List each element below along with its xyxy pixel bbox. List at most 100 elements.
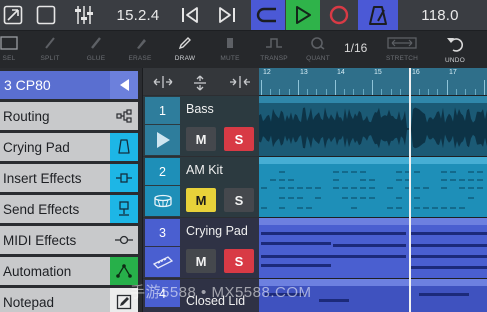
- tool-split[interactable]: SPLIT: [28, 31, 72, 69]
- metronome-icon: [369, 6, 387, 25]
- inspector-row-midi-effects[interactable]: MIDI Effects: [0, 226, 138, 254]
- quantize-value[interactable]: 1/16: [344, 41, 367, 55]
- mute-icon: [227, 38, 233, 48]
- solo-button[interactable]: S: [224, 188, 254, 212]
- inspector-row-instrument[interactable]: Crying Pad: [0, 133, 138, 161]
- forward-button[interactable]: [213, 0, 241, 30]
- tool-draw[interactable]: DRAW: [163, 31, 207, 69]
- tool-label-quant: QUANT: [306, 55, 330, 62]
- mute-button[interactable]: M: [186, 249, 216, 273]
- play-button[interactable]: [286, 0, 320, 30]
- fit-width-icon[interactable]: [229, 75, 251, 89]
- stop-square-button[interactable]: [33, 0, 59, 30]
- inspector-row-label: MIDI Effects: [3, 232, 77, 248]
- tool-select[interactable]: SEL: [0, 31, 31, 69]
- routing-icon: [110, 102, 138, 130]
- inspector-row-label: Routing: [3, 108, 50, 124]
- tool-label-sel: SEL: [2, 55, 16, 62]
- track-number: 2: [145, 158, 180, 185]
- tool-label-erase: ERASE: [128, 55, 152, 62]
- tool-label-split: SPLIT: [40, 55, 60, 62]
- tool-label-draw: DRAW: [174, 55, 196, 62]
- audio-clip-bass[interactable]: [259, 96, 487, 156]
- track-row-1[interactable]: 1 Bass M S: [143, 96, 260, 156]
- playhead[interactable]: [409, 68, 411, 312]
- tool-undo[interactable]: UNDO: [433, 31, 477, 69]
- track-list-header: [143, 68, 260, 95]
- expand-vertical-icon[interactable]: [193, 75, 207, 91]
- ruler-bar-label: 13: [300, 69, 308, 76]
- mute-button[interactable]: M: [186, 127, 216, 151]
- inspector-row-notepad[interactable]: Notepad: [0, 288, 138, 312]
- skip-back-icon: [182, 7, 198, 23]
- track-number: 3: [145, 219, 180, 246]
- inspector-row-label: Send Effects: [3, 201, 80, 217]
- loop-icon: [256, 7, 276, 23]
- tool-label-transp: TRANSP: [260, 55, 288, 62]
- ruler-bar-label: 15: [374, 69, 382, 76]
- inspector-row-label: Notepad: [3, 294, 55, 310]
- record-circle-icon: [329, 5, 349, 25]
- inspector-row-insert-effects[interactable]: Insert Effects: [0, 164, 138, 192]
- tempo-value: 118.0: [421, 6, 459, 24]
- timeline-ruler[interactable]: 12 13 14 15 16 17: [259, 68, 487, 95]
- position-value: 15.2.4: [116, 6, 160, 24]
- undo-icon: [447, 38, 464, 52]
- tool-mute[interactable]: MUTE: [208, 31, 252, 69]
- track-list: 1 Bass M S 2 AM Kit M S 3 Crying Pad M S…: [142, 68, 260, 312]
- tool-label-mute: MUTE: [220, 55, 240, 62]
- tool-transpose[interactable]: TRANSP: [252, 31, 296, 69]
- collapse-inspector-button[interactable]: [110, 71, 138, 99]
- solo-button[interactable]: S: [224, 127, 254, 151]
- tool-erase[interactable]: ERASE: [118, 31, 162, 69]
- record-button[interactable]: [322, 0, 356, 30]
- track-name: Bass: [186, 102, 214, 116]
- insert-effects-icon: [110, 164, 138, 192]
- track-inspector: 3 CP80 Routing Crying Pad Insert Effects: [0, 68, 142, 312]
- solo-button[interactable]: S: [224, 249, 254, 273]
- ruler-bar-label: 16: [412, 69, 420, 76]
- rewind-button[interactable]: [176, 0, 204, 30]
- tool-stretch[interactable]: STRETCH: [380, 31, 424, 69]
- triangle-left-icon: [120, 79, 129, 91]
- inspector-row-automation[interactable]: Automation: [0, 257, 138, 285]
- glue-icon: [91, 37, 101, 49]
- position-display[interactable]: 15.2.4: [110, 0, 166, 30]
- inspector-toggle-button[interactable]: [0, 0, 26, 30]
- track-row-3[interactable]: 3 Crying Pad M S: [143, 218, 260, 278]
- ruler-bar-label: 14: [337, 69, 345, 76]
- diagonal-arrow-icon: [3, 5, 23, 25]
- midi-clip-am-kit[interactable]: [259, 157, 487, 217]
- tool-label-stretch: STRETCH: [385, 55, 419, 62]
- eraser-icon: [137, 39, 146, 49]
- inspector-track-title[interactable]: 3 CP80: [0, 71, 138, 99]
- midi-clip-crying-pad[interactable]: [259, 218, 487, 278]
- drum-kit-icon: [145, 186, 180, 216]
- skip-forward-icon: [219, 7, 235, 23]
- cycle-loop-button[interactable]: [251, 0, 285, 30]
- split-icon: [45, 37, 55, 49]
- tool-glue[interactable]: GLUE: [74, 31, 118, 69]
- quantize-icon: [311, 37, 325, 50]
- stretch-icon: [387, 37, 417, 49]
- play-track-icon[interactable]: [145, 125, 180, 155]
- square-icon: [36, 5, 56, 25]
- arrangement-area[interactable]: 12 13 14 15 16 17: [259, 68, 487, 312]
- send-effects-icon: [110, 195, 138, 223]
- metronome-button[interactable]: [358, 0, 398, 30]
- expand-horizontal-icon[interactable]: [153, 75, 173, 89]
- track-number: 1: [145, 97, 180, 124]
- mute-button[interactable]: M: [186, 188, 216, 212]
- play-icon: [296, 6, 311, 24]
- inspector-row-label: Automation: [3, 263, 72, 279]
- mixer-button[interactable]: [70, 0, 98, 30]
- tempo-display[interactable]: 118.0: [410, 0, 470, 30]
- track-row-2[interactable]: 2 AM Kit M S: [143, 157, 260, 217]
- instrument-bell-icon: [110, 133, 138, 161]
- pad-notes-graphic: [259, 218, 487, 269]
- inspector-track-name: 3 CP80: [4, 77, 51, 93]
- midi-effects-icon: [110, 226, 138, 254]
- tool-quantize[interactable]: QUANT: [296, 31, 340, 69]
- inspector-row-send-effects[interactable]: Send Effects: [0, 195, 138, 223]
- inspector-row-routing[interactable]: Routing: [0, 102, 138, 130]
